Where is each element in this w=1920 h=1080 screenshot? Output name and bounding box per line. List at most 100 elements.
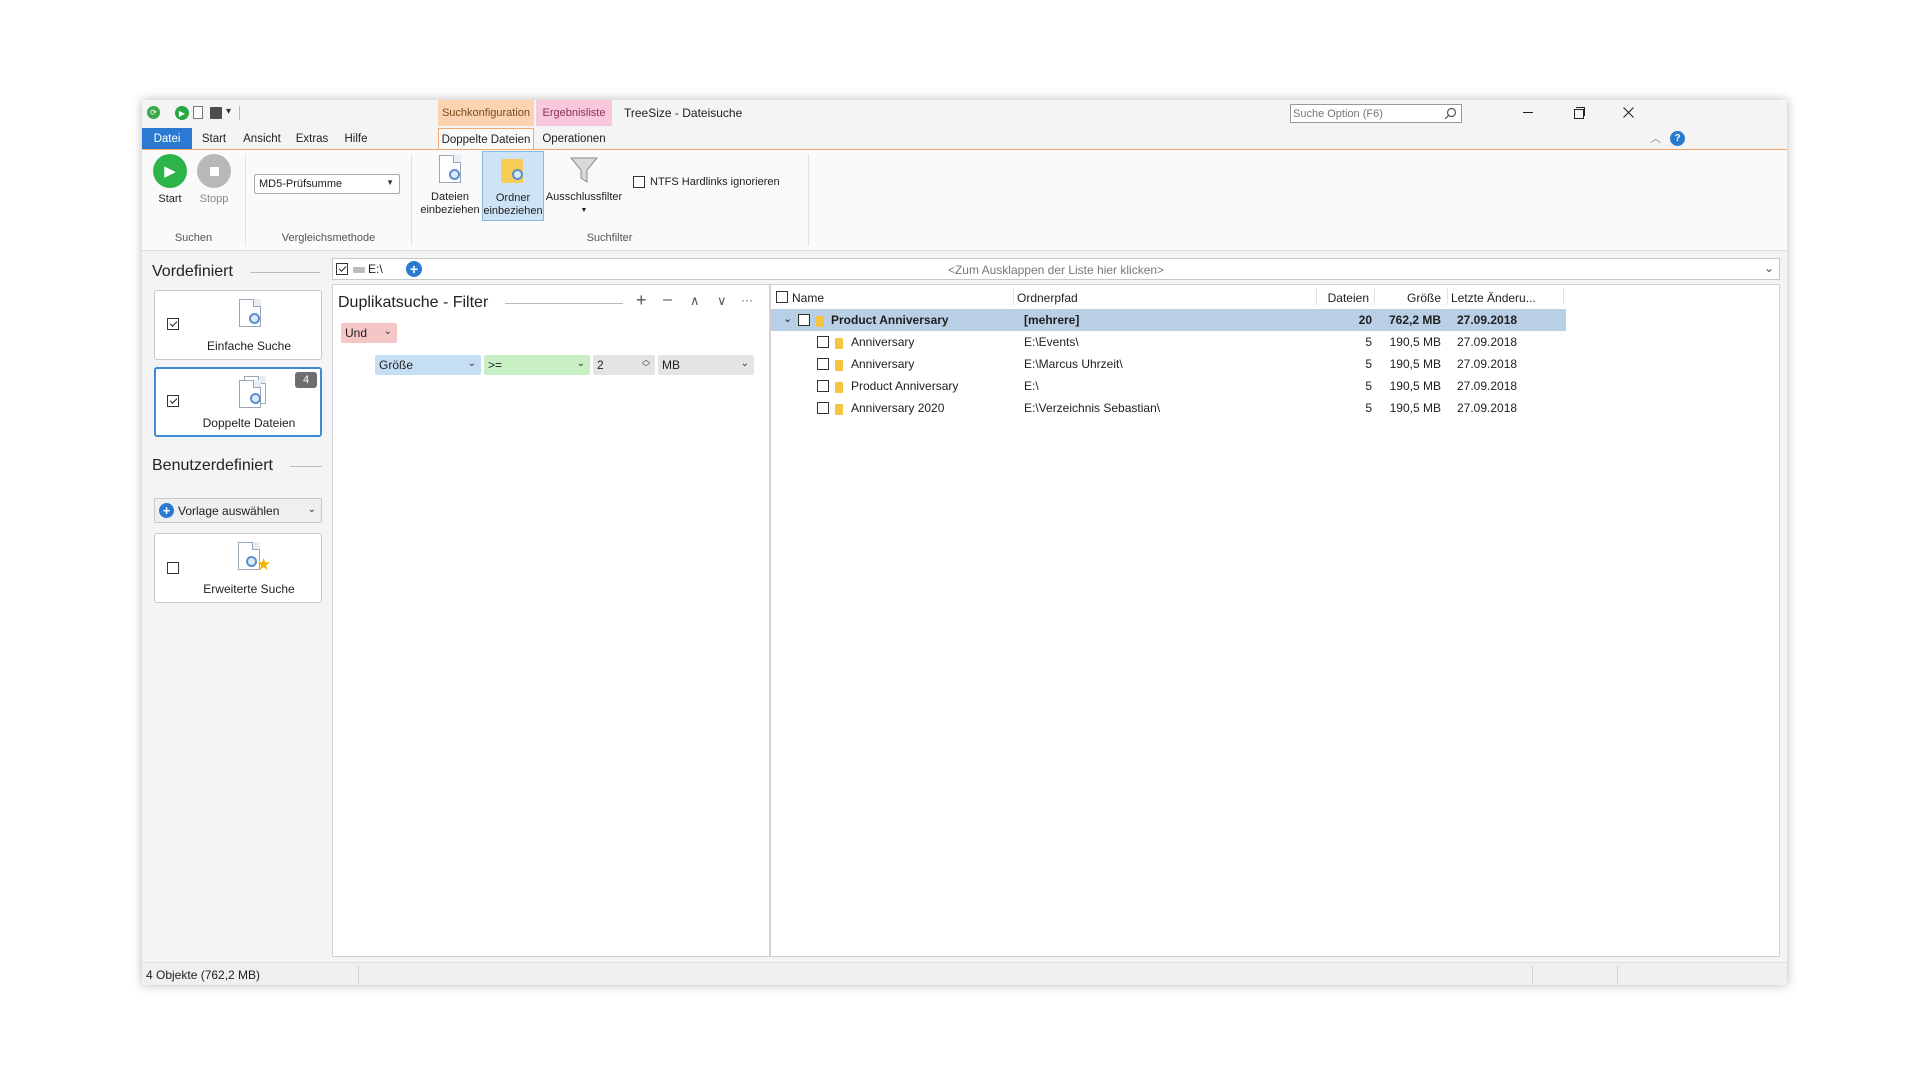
remove-filter-button[interactable]: – <box>663 291 672 309</box>
einfache-suche-label: Einfache Suche <box>206 339 292 353</box>
select-all-checkbox[interactable] <box>776 291 788 303</box>
minimize-button[interactable] <box>1506 103 1550 123</box>
filter-value-stepper[interactable]: 2 ︿ ﹀ <box>593 355 655 375</box>
row-checkbox[interactable] <box>817 402 829 414</box>
path-bar[interactable]: E:\ + <Zum Ausklappen der Liste hier kli… <box>332 258 1780 280</box>
row-modified: 27.09.2018 <box>1457 401 1518 415</box>
tab-ansicht[interactable]: Ansicht <box>237 128 287 150</box>
start-icon: ▶ <box>153 154 187 188</box>
results-pane: Name Ordnerpfad Dateien Größe Letzte Änd… <box>770 284 1780 957</box>
column-header-files[interactable]: Dateien <box>1319 291 1369 305</box>
context-header-suchkonfiguration: Suchkonfiguration <box>438 100 534 126</box>
quick-access-dropdown-icon[interactable]: ▾ <box>226 106 231 117</box>
tab-doppelte-dateien[interactable]: Doppelte Dateien <box>438 128 534 150</box>
custom-card-erweiterte-suche[interactable]: ★ Erweiterte Suche <box>154 533 322 603</box>
folder-icon <box>835 380 843 394</box>
row-name: Product Anniversary <box>851 379 959 393</box>
filter-operator-select[interactable]: >= ⌄ <box>484 355 590 375</box>
doppelte-dateien-label: Doppelte Dateien <box>202 416 296 430</box>
table-row[interactable]: Product Anniversary E:\ 5 190,5 MB 27.09… <box>771 375 1566 397</box>
row-path: E:\Verzeichnis Sebastian\ <box>1024 401 1161 415</box>
table-row[interactable]: Anniversary 2020 E:\Verzeichnis Sebastia… <box>771 397 1566 419</box>
add-filter-button[interactable]: + <box>636 290 647 311</box>
tab-start[interactable]: Start <box>194 128 234 150</box>
include-folders-button[interactable]: Ordner einbeziehen <box>482 151 544 221</box>
row-checkbox[interactable] <box>817 336 829 348</box>
row-name: Anniversary <box>851 335 915 349</box>
filter-unit-select[interactable]: MB ⌄ <box>658 355 754 375</box>
filter-title: Duplikatsuche - Filter <box>338 294 489 311</box>
erweiterte-suche-checkbox[interactable] <box>167 562 179 574</box>
advanced-search-icon: ★ <box>238 542 271 574</box>
search-option-input[interactable] <box>1293 106 1438 121</box>
stepper-icon[interactable]: ︿ ﹀ <box>642 356 650 372</box>
tab-extras[interactable]: Extras <box>290 128 334 150</box>
filter-logic-select[interactable]: Und ⌄ <box>341 323 397 343</box>
include-folders-label: Ordner <box>495 192 531 204</box>
table-row[interactable]: Anniversary E:\Marcus Uhrzeit\ 5 190,5 M… <box>771 353 1566 375</box>
filter-logic-value: Und <box>345 326 368 340</box>
status-divider <box>358 966 359 983</box>
preset-card-einfache-suche[interactable]: Einfache Suche <box>154 290 322 360</box>
template-select-label: Vorlage auswählen <box>178 503 280 518</box>
more-options-button[interactable]: ··· <box>741 293 753 307</box>
status-bar: 4 Objekte (762,2 MB) <box>142 962 1787 985</box>
move-down-button[interactable]: ∨ <box>717 293 727 309</box>
filter-value: 2 <box>597 358 604 372</box>
tab-operationen[interactable]: Operationen <box>536 128 612 150</box>
row-name: Anniversary 2020 <box>851 401 945 415</box>
move-up-button[interactable]: ∧ <box>690 293 700 309</box>
comparison-method-value: MD5-Prüfsumme <box>259 178 343 190</box>
column-header-path[interactable]: Ordnerpfad <box>1017 291 1078 305</box>
table-row-group[interactable]: ⌄ Product Anniversary [mehrere] 20 762,2… <box>771 309 1566 331</box>
search-icon[interactable] <box>1444 107 1457 120</box>
collapse-ribbon-icon[interactable]: ︿ <box>1650 130 1661 146</box>
row-size: 190,5 MB <box>1389 379 1441 393</box>
row-modified: 27.09.2018 <box>1457 357 1518 371</box>
start-button[interactable]: ▶ Start <box>152 154 188 206</box>
template-select[interactable]: + Vorlage auswählen ⌄ <box>154 498 322 523</box>
exclusion-filter-button[interactable]: Ausschlussfilter ▼ <box>545 154 623 217</box>
restore-button[interactable] <box>1556 103 1600 123</box>
row-size: 190,5 MB <box>1389 357 1441 371</box>
help-icon[interactable]: ? <box>1670 131 1685 146</box>
quick-export-icon[interactable] <box>193 106 203 119</box>
filter-unit-value: MB <box>662 358 680 372</box>
filter-field-select[interactable]: Größe ⌄ <box>375 355 481 375</box>
stop-button[interactable]: Stopp <box>196 154 232 206</box>
row-size: 762,2 MB <box>1388 313 1441 327</box>
start-label: Start <box>158 193 182 205</box>
include-files-label: Dateien <box>431 191 469 203</box>
doppelte-dateien-checkbox[interactable] <box>167 395 179 407</box>
row-path: E:\Marcus Uhrzeit\ <box>1024 357 1123 371</box>
chevron-down-icon: ⌄ <box>383 326 392 337</box>
ntfs-hardlinks-option[interactable]: NTFS Hardlinks ignorieren <box>633 176 780 188</box>
column-header-name[interactable]: Name <box>792 291 824 305</box>
tab-hilfe[interactable]: Hilfe <box>337 128 375 150</box>
expand-toggle-icon[interactable]: ⌄ <box>783 312 792 325</box>
row-checkbox[interactable] <box>817 380 829 392</box>
add-circle-icon: + <box>159 503 174 518</box>
chevron-down-icon: ▼ <box>580 207 588 214</box>
column-header-size[interactable]: Größe <box>1377 291 1441 305</box>
section-title-benutzerdefiniert: Benutzerdefiniert <box>152 457 273 474</box>
quick-save-icon[interactable] <box>210 107 222 119</box>
row-checkbox[interactable] <box>798 314 810 326</box>
table-row[interactable]: Anniversary E:\Events\ 5 190,5 MB 27.09.… <box>771 331 1566 353</box>
ntfs-hardlinks-checkbox[interactable] <box>633 176 645 188</box>
search-option-box[interactable] <box>1290 104 1462 123</box>
column-header-modified[interactable]: Letzte Änderu... <box>1451 291 1536 305</box>
einfache-suche-checkbox[interactable] <box>167 318 179 330</box>
folder-icon <box>835 358 843 372</box>
section-divider <box>290 466 322 467</box>
tab-datei[interactable]: Datei <box>142 128 192 150</box>
quick-start-icon[interactable]: ▶ <box>175 106 189 120</box>
include-files-button[interactable]: Dateien einbeziehen <box>420 154 480 217</box>
erweiterte-suche-label: Erweiterte Suche <box>203 582 295 596</box>
preset-card-doppelte-dateien[interactable]: 4 Doppelte Dateien <box>154 367 322 437</box>
close-button[interactable] <box>1606 103 1650 123</box>
comparison-method-select[interactable]: MD5-Prüfsumme ▼ <box>254 174 400 194</box>
group-label-suchfilter: Suchfilter <box>586 232 633 244</box>
row-checkbox[interactable] <box>817 358 829 370</box>
app-window: ⟳ ▶ ▾ Suchkonfiguration Ergebnisliste Tr… <box>142 100 1787 985</box>
